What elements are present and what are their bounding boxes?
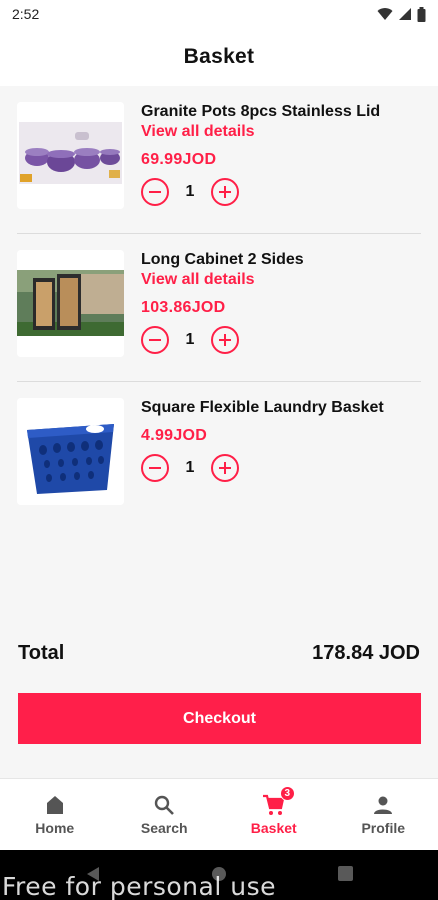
cart-icon-wrapper: 3 (262, 786, 295, 817)
watermark-text: Free for personal use (2, 872, 276, 900)
wifi-icon (377, 8, 393, 20)
nav-basket-label: Basket (250, 820, 297, 836)
decrease-quantity-button[interactable] (141, 454, 169, 482)
app-header: Basket (0, 28, 438, 86)
total-label: Total (18, 642, 65, 664)
cart-count-badge: 3 (279, 786, 295, 801)
signal-icon (399, 8, 411, 20)
status-bar: 2:52 (0, 0, 438, 28)
item-info: Square Flexible Laundry Basket 4.99JOD 1 (141, 398, 424, 482)
nav-profile[interactable]: Profile (329, 779, 438, 850)
quantity-value: 1 (185, 183, 195, 200)
quantity-value: 1 (185, 459, 195, 476)
basket-item: Granite Pots 8pcs Stainless Lid View all… (0, 86, 438, 234)
increase-quantity-button[interactable] (211, 326, 239, 354)
nav-home[interactable]: Home (0, 779, 110, 850)
increase-quantity-button[interactable] (211, 178, 239, 206)
person-icon (374, 796, 393, 814)
item-name: Square Flexible Laundry Basket (141, 399, 384, 416)
total-value: 178.84 JOD (312, 642, 420, 664)
nav-basket[interactable]: 3 Basket (219, 779, 329, 850)
status-icons (377, 6, 426, 22)
product-image-cabinet[interactable] (17, 250, 124, 357)
battery-icon (417, 6, 426, 22)
nav-search[interactable]: Search (110, 779, 220, 850)
item-name: Long Cabinet 2 Sides (141, 251, 304, 268)
page-title: Basket (183, 45, 255, 68)
item-name: Granite Pots 8pcs Stainless Lid (141, 103, 381, 120)
status-time: 2:52 (12, 6, 40, 22)
system-nav-bar: Free for personal use (0, 850, 438, 900)
nav-search-label: Search (140, 820, 188, 836)
item-price: 4.99JOD (141, 427, 208, 444)
basket-list: Granite Pots 8pcs Stainless Lid View all… (0, 86, 438, 530)
total-row: Total 178.84 JOD (18, 642, 420, 665)
decrease-quantity-button[interactable] (141, 178, 169, 206)
increase-quantity-button[interactable] (211, 454, 239, 482)
product-image-laundry-basket[interactable] (17, 398, 124, 505)
product-image-pots[interactable] (17, 102, 124, 209)
view-details-link[interactable]: View all details (141, 122, 424, 142)
view-details-link[interactable]: View all details (141, 270, 424, 290)
quantity-stepper: 1 (141, 178, 424, 206)
checkout-button[interactable]: Checkout (18, 693, 421, 744)
item-price: 103.86JOD (141, 299, 226, 316)
quantity-stepper: 1 (141, 454, 424, 482)
recents-icon[interactable] (338, 866, 353, 881)
nav-profile-label: Profile (361, 820, 406, 836)
quantity-value: 1 (185, 331, 195, 348)
item-info: Granite Pots 8pcs Stainless Lid View all… (141, 102, 424, 206)
item-info: Long Cabinet 2 Sides View all details 10… (141, 250, 424, 354)
quantity-stepper: 1 (141, 326, 424, 354)
item-price: 69.99JOD (141, 151, 217, 168)
decrease-quantity-button[interactable] (141, 326, 169, 354)
bottom-nav: Home Search 3 Basket Profile (0, 778, 438, 850)
basket-item: Long Cabinet 2 Sides View all details 10… (0, 234, 438, 382)
search-icon (155, 795, 175, 815)
nav-home-label: Home (35, 820, 75, 836)
home-icon (46, 796, 63, 814)
basket-item: Square Flexible Laundry Basket 4.99JOD 1 (0, 382, 438, 530)
